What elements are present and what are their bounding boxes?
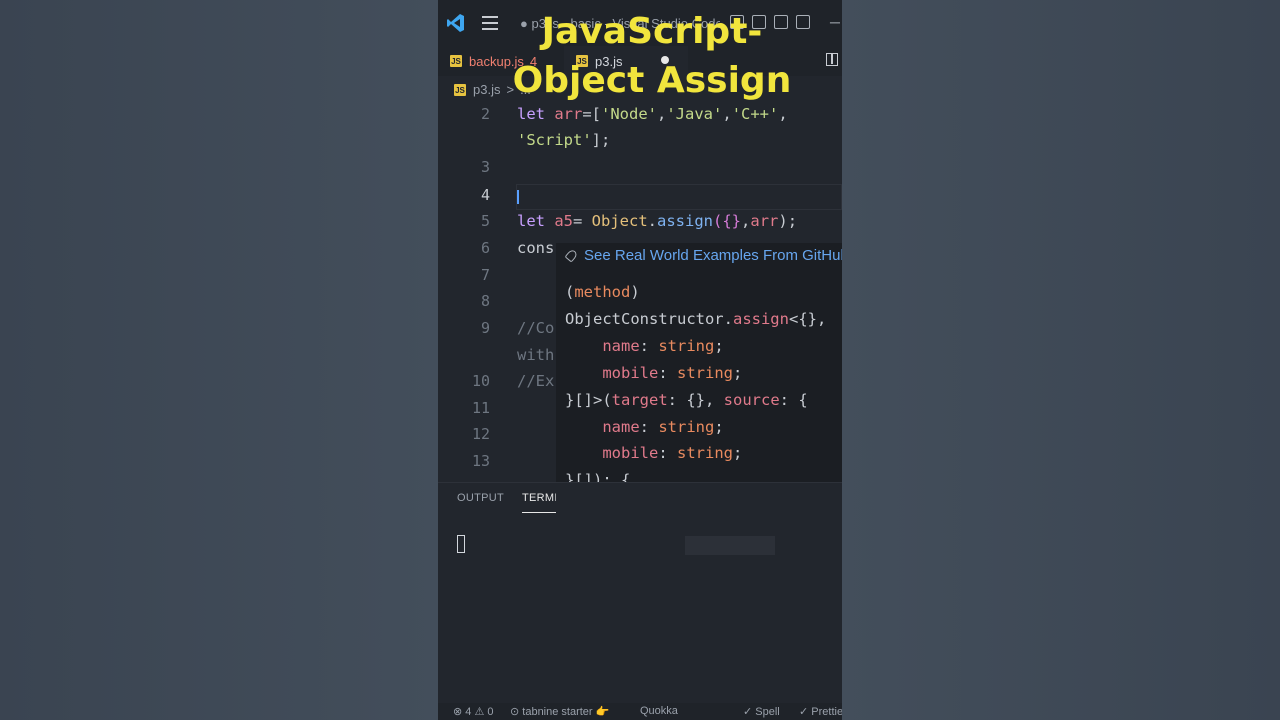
problems-indicator[interactable]: ⊗ 4 ⚠ 0 bbox=[453, 705, 493, 718]
tabnine-status[interactable]: ⊙ tabnine starter 👉 bbox=[510, 705, 609, 718]
rocket-icon bbox=[565, 250, 577, 262]
active-tab-underline bbox=[522, 512, 556, 513]
code-line-5: let a5= Object.assign({},arr); bbox=[517, 212, 798, 230]
code-line-2-wrap: 'Script']; bbox=[517, 131, 611, 149]
line-number: 7 bbox=[480, 266, 490, 284]
video-title-line-2: Object Assign bbox=[512, 60, 792, 101]
background-left bbox=[0, 0, 438, 720]
line-number: 10 bbox=[471, 372, 490, 390]
line-number: 3 bbox=[480, 158, 490, 176]
video-title-line-1: JavaScript- bbox=[541, 11, 763, 52]
github-examples-link[interactable]: See Real World Examples From GitHub bbox=[565, 247, 842, 264]
code-line-6: cons bbox=[517, 239, 555, 257]
status-bar: ⊗ 4 ⚠ 0 ⊙ tabnine starter 👉 Quokka ✓ Spe… bbox=[438, 703, 842, 720]
line-number: 5 bbox=[480, 212, 490, 230]
prettier-status[interactable]: ✓ Prettier bbox=[799, 705, 842, 718]
line-number: 11 bbox=[471, 399, 490, 417]
line-number: 13 bbox=[471, 452, 490, 470]
terminal-cursor[interactable] bbox=[457, 535, 465, 553]
spell-status[interactable]: ✓ Spell bbox=[743, 705, 780, 718]
hover-tooltip: See Real World Examples From GitHub (met… bbox=[556, 243, 842, 518]
line-number: 6 bbox=[480, 239, 490, 257]
vscode-window: ● p3.js - basic - Visual Studio Code ─ J… bbox=[438, 0, 842, 720]
background-right bbox=[842, 0, 1280, 720]
code-line-10: //Ex bbox=[517, 372, 555, 390]
line-number: 2 bbox=[480, 105, 490, 123]
line-number: 4 bbox=[480, 186, 490, 204]
terminal-overlay-box bbox=[685, 536, 775, 555]
code-line-9: //Co bbox=[517, 319, 555, 337]
code-line-9-wrap: with bbox=[517, 346, 555, 364]
line-number: 9 bbox=[480, 319, 490, 337]
line-number: 12 bbox=[471, 425, 490, 443]
tab-output[interactable]: OUTPUT bbox=[457, 492, 504, 504]
current-line-highlight bbox=[516, 184, 842, 210]
code-line-2: let arr=['Node','Java','C++', bbox=[517, 105, 788, 123]
line-number: 8 bbox=[480, 292, 490, 310]
bottom-panel: OUTPUT TERMINAL bbox=[438, 482, 842, 720]
text-cursor bbox=[517, 190, 519, 204]
tab-terminal[interactable]: TERMINAL bbox=[522, 492, 556, 504]
quokka-status[interactable]: Quokka bbox=[640, 705, 678, 717]
